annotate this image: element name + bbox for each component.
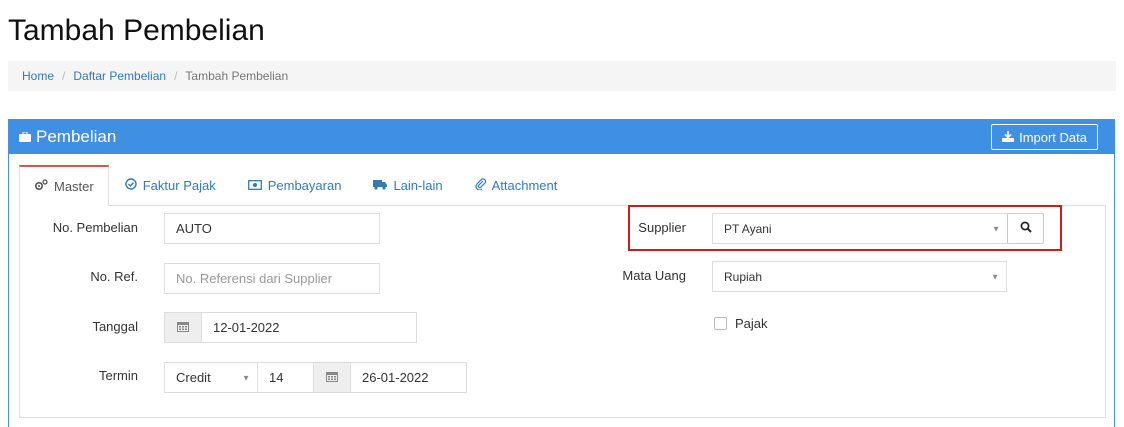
termin-label: Termin (98, 368, 138, 383)
breadcrumb-current: Tambah Pembelian (185, 69, 289, 83)
download-icon (1002, 130, 1015, 145)
due-date-input[interactable]: 26-01-2022 (350, 362, 467, 393)
termin-type-value: Credit (176, 370, 211, 385)
paperclip-icon (474, 178, 486, 193)
tab-label: Master (54, 178, 94, 194)
tab-label: Attachment (491, 178, 558, 193)
pajak-checkbox[interactable] (714, 317, 727, 330)
no-ref-label: No. Ref. (90, 269, 138, 284)
tanggal-label: Tanggal (92, 319, 138, 334)
import-data-label: Import Data (1019, 129, 1087, 145)
caret-down-icon: ▼ (991, 272, 999, 281)
panel-heading: Pembelian Import Data (9, 120, 1114, 154)
tab-lain-lain[interactable]: Lain-lain (357, 166, 458, 205)
supplier-label: Supplier (638, 220, 686, 235)
termin-type-select[interactable]: Credit ▼ (164, 362, 258, 393)
cogs-icon (34, 178, 48, 194)
mata-uang-select[interactable]: Rupiah ▼ (712, 261, 1007, 292)
breadcrumb-separator: / (62, 69, 66, 83)
panel-title: Pembelian (36, 127, 117, 146)
tab-label: Pembayaran (267, 178, 342, 193)
breadcrumb-separator: / (174, 69, 178, 83)
tab-label: Lain-lain (393, 178, 443, 193)
calendar-icon (177, 320, 189, 335)
tab-faktur-pajak[interactable]: Faktur Pajak (109, 166, 232, 205)
supplier-select[interactable]: PT Ayani ▼ (712, 213, 1008, 244)
search-icon (1020, 221, 1032, 236)
tab-master[interactable]: Master (19, 165, 109, 206)
tab-bar: Master Faktur Pajak Pembayaran Lain-lain… (19, 165, 1114, 206)
caret-down-icon: ▼ (242, 373, 250, 382)
tanggal-input[interactable]: 12-01-2022 (201, 312, 417, 343)
briefcase-icon (19, 132, 31, 142)
supplier-search-button[interactable] (1007, 213, 1044, 244)
pajak-label: Pajak (735, 316, 768, 331)
breadcrumb-home[interactable]: Home (22, 69, 54, 83)
tab-pembayaran[interactable]: Pembayaran (232, 166, 358, 205)
caret-down-icon: ▼ (992, 224, 1000, 233)
import-data-button[interactable]: Import Data (991, 124, 1098, 150)
breadcrumb: Home / Daftar Pembelian / Tambah Pembeli… (8, 61, 1116, 91)
tab-label: Faktur Pajak (142, 178, 216, 193)
check-circle-icon (125, 178, 137, 193)
page-title: Tambah Pembelian (8, 14, 265, 47)
calendar-icon (326, 370, 338, 385)
tab-attachment[interactable]: Attachment (459, 166, 574, 205)
truck-icon (373, 178, 388, 193)
no-pembelian-label: No. Pembelian (52, 220, 138, 235)
breadcrumb-daftar-pembelian[interactable]: Daftar Pembelian (73, 69, 166, 83)
calendar-addon[interactable] (313, 362, 351, 393)
termin-days-input[interactable]: 14 (257, 362, 314, 393)
mata-uang-label: Mata Uang (622, 268, 686, 283)
mata-uang-value: Rupiah (724, 269, 763, 284)
no-ref-input[interactable]: No. Referensi dari Supplier (164, 263, 380, 294)
money-icon (247, 178, 262, 193)
no-pembelian-input[interactable]: AUTO (164, 213, 380, 244)
supplier-value: PT Ayani (724, 221, 772, 236)
calendar-addon[interactable] (164, 312, 202, 343)
